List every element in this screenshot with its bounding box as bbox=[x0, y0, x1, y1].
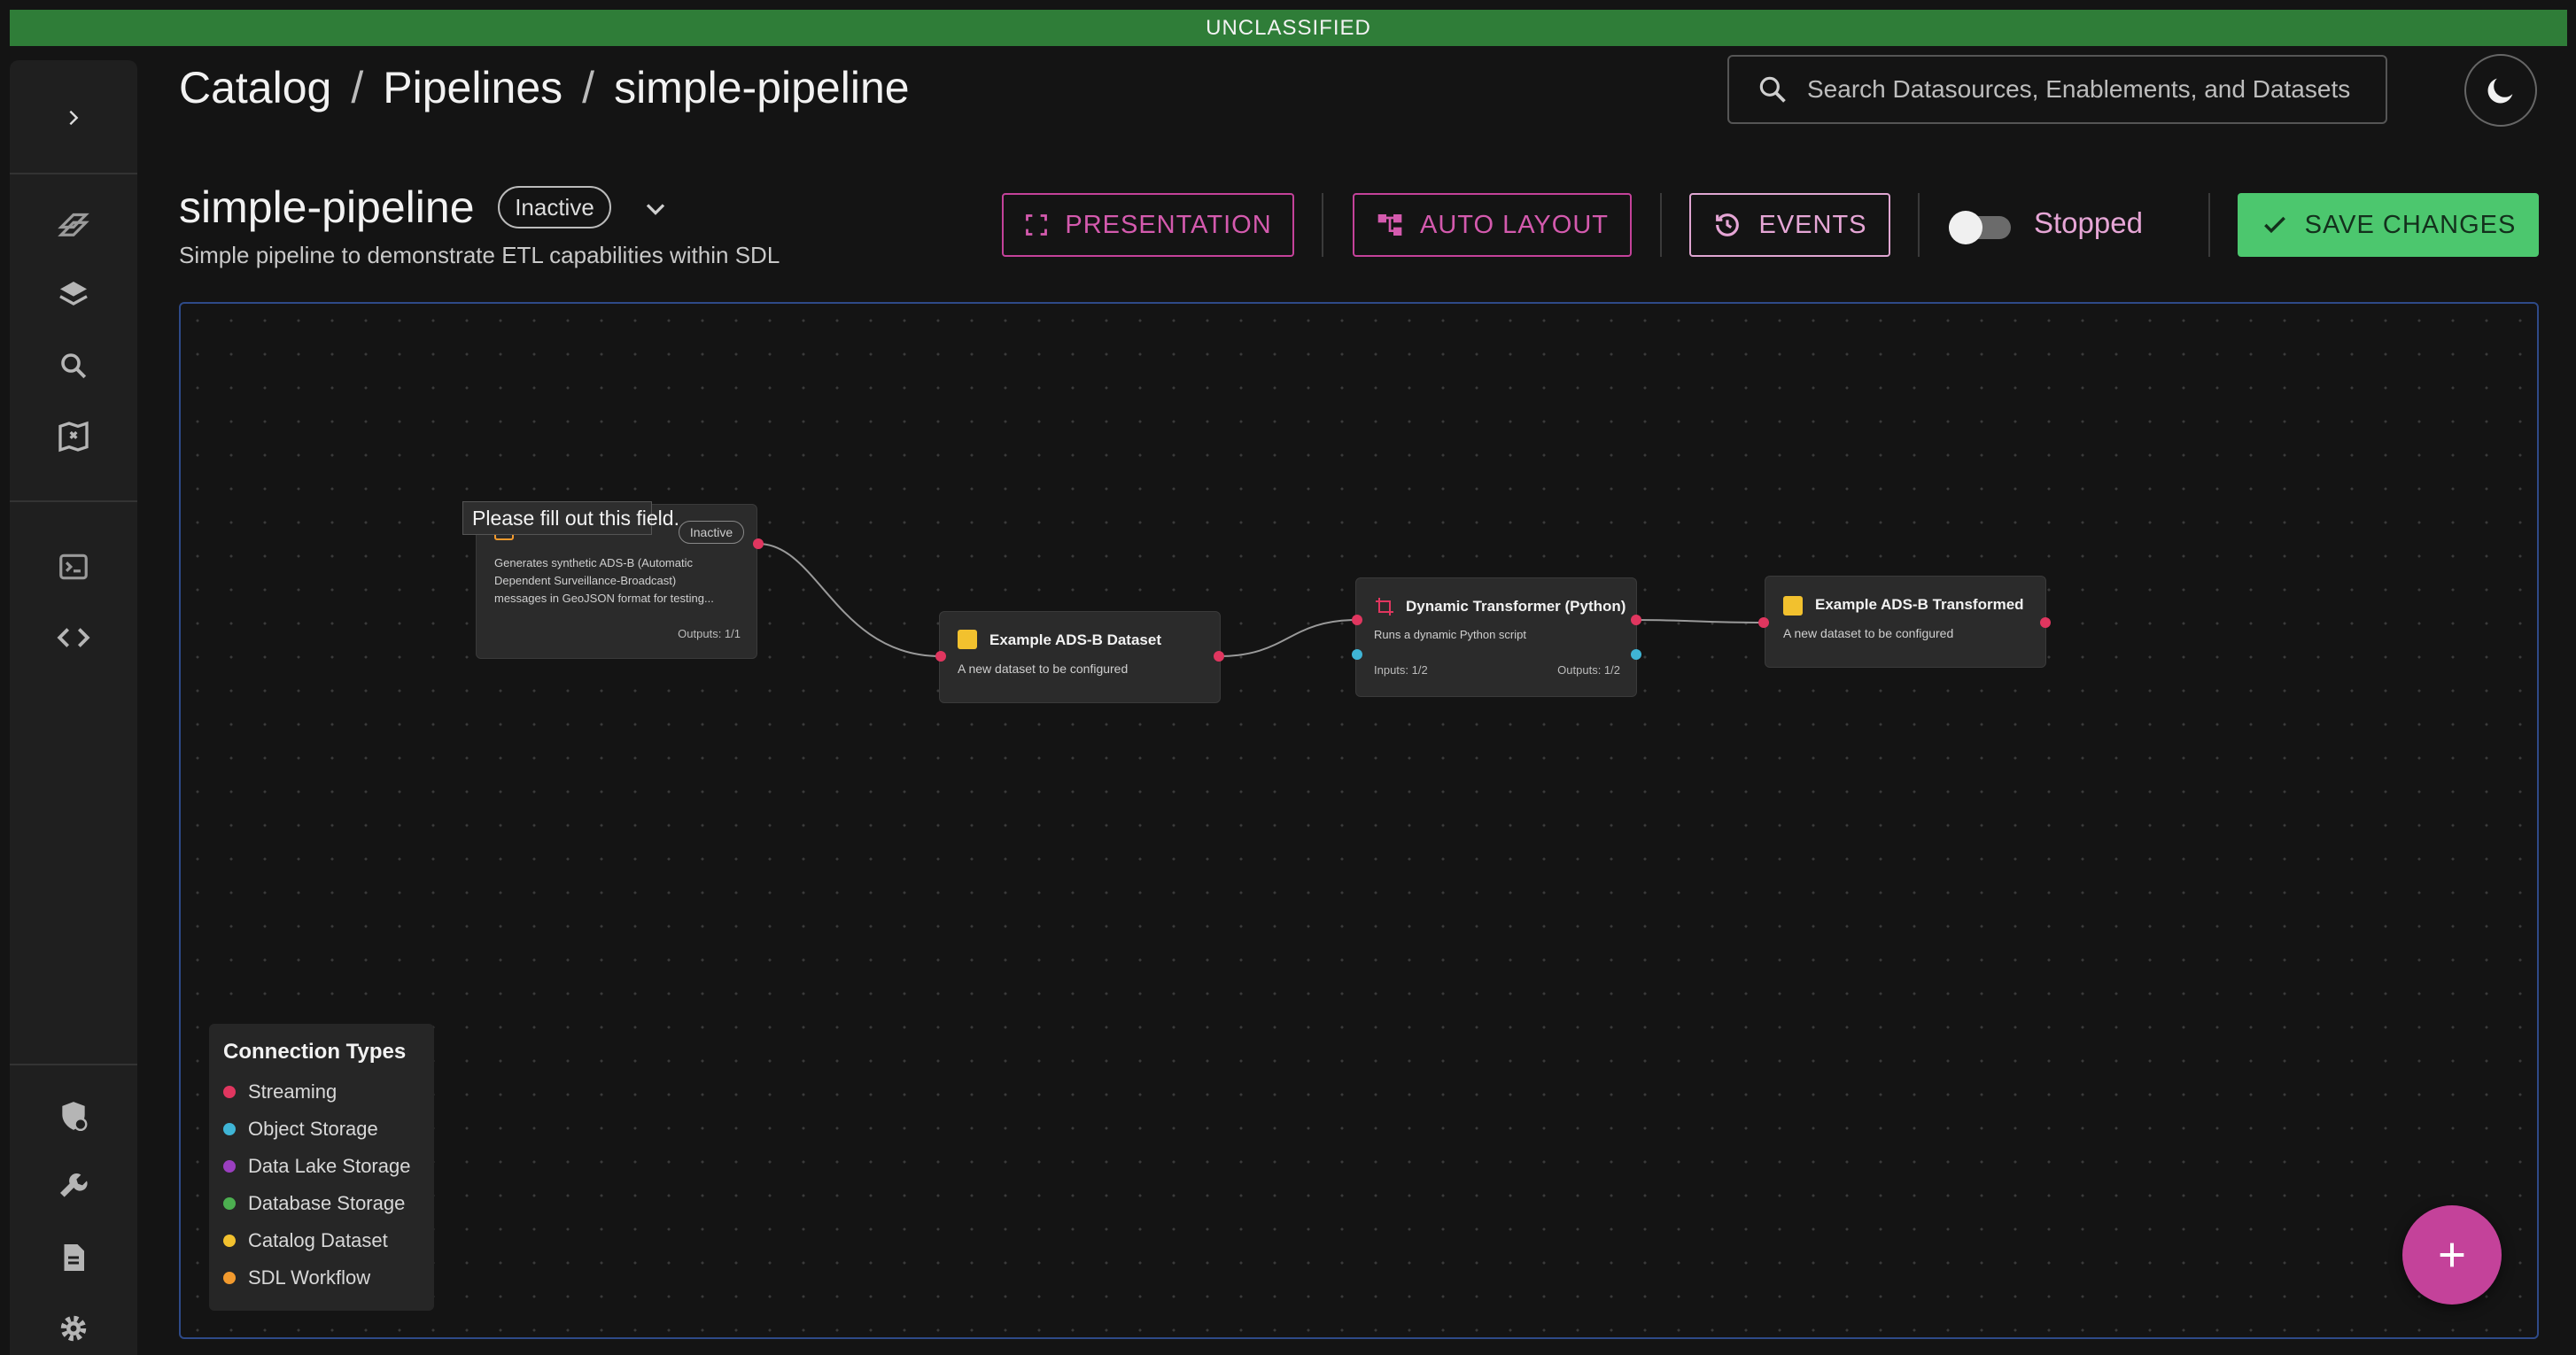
presentation-button[interactable]: PRESENTATION bbox=[1002, 193, 1294, 257]
node-outputs: Outputs: 1/1 bbox=[678, 627, 741, 640]
fullscreen-icon bbox=[1026, 214, 1048, 236]
edge-transformer-to-transformed bbox=[1635, 619, 1765, 623]
toolbar-divider bbox=[1322, 193, 1323, 257]
legend-label: Catalog Dataset bbox=[248, 1229, 388, 1251]
node-title: Example ADS-B Transformed bbox=[1815, 596, 2024, 613]
edge-source-to-dataset bbox=[757, 543, 942, 657]
crop-icon bbox=[1376, 598, 1393, 616]
toggle-knob bbox=[1949, 211, 1982, 244]
node-status-badge: Inactive bbox=[679, 521, 744, 544]
sidebar-divider bbox=[10, 1064, 137, 1065]
auto-layout-button[interactable]: AUTO LAYOUT bbox=[1353, 193, 1632, 257]
save-label: SAVE CHANGES bbox=[2304, 210, 2517, 239]
node-description: A new dataset to be configured bbox=[1783, 626, 1954, 640]
node-outputs: Outputs: 1/2 bbox=[1557, 663, 1620, 677]
node-title: Example ADS-B Dataset bbox=[989, 631, 1161, 648]
save-changes-button[interactable]: SAVE CHANGES bbox=[2238, 193, 2539, 257]
breadcrumb-separator: / bbox=[582, 63, 595, 112]
breadcrumb-current: simple-pipeline bbox=[614, 63, 910, 112]
pipelines-icon[interactable] bbox=[54, 205, 93, 244]
legend-item-database: Database Storage bbox=[223, 1192, 405, 1215]
legend-dot bbox=[223, 1272, 236, 1284]
legend-dot bbox=[223, 1086, 236, 1098]
presentation-label: PRESENTATION bbox=[1065, 210, 1272, 239]
classification-banner: UNCLASSIFIED bbox=[10, 10, 2567, 46]
terminal-icon[interactable] bbox=[54, 547, 93, 586]
layout-tree-icon bbox=[1377, 214, 1402, 236]
pipeline-title: simple-pipeline bbox=[179, 182, 475, 232]
status-badge: Inactive bbox=[498, 186, 611, 228]
events-label: EVENTS bbox=[1758, 210, 1867, 239]
legend-label: SDL Workflow bbox=[248, 1266, 371, 1289]
breadcrumb-pipelines[interactable]: Pipelines bbox=[383, 62, 563, 113]
search-input[interactable] bbox=[1807, 75, 2374, 104]
legend-dot bbox=[223, 1160, 236, 1173]
legend-label: Data Lake Storage bbox=[248, 1155, 411, 1177]
legend-dot bbox=[223, 1235, 236, 1247]
node-inputs: Inputs: 1/2 bbox=[1374, 663, 1428, 677]
node-description-line: Dependent Surveillance-Broadcast) bbox=[494, 574, 677, 587]
layers-icon[interactable] bbox=[54, 275, 93, 314]
legend-item-catalog-dataset: Catalog Dataset bbox=[223, 1229, 388, 1252]
auto-layout-label: AUTO LAYOUT bbox=[1420, 210, 1609, 239]
pipeline-description: Simple pipeline to demonstrate ETL capab… bbox=[179, 242, 780, 268]
dataset-icon bbox=[1783, 596, 1803, 616]
check-icon bbox=[2263, 216, 2285, 234]
wrench-icon[interactable] bbox=[54, 1167, 93, 1206]
search-icon[interactable] bbox=[54, 346, 93, 385]
transformed-node[interactable]: Example ADS-B Transformed A new dataset … bbox=[1765, 576, 2046, 668]
legend-title: Connection Types bbox=[223, 1040, 407, 1064]
toolbar-divider bbox=[1918, 193, 1920, 257]
chevron-right-icon[interactable] bbox=[54, 98, 93, 137]
document-icon[interactable] bbox=[54, 1238, 93, 1277]
add-node-button[interactable] bbox=[2402, 1205, 2502, 1305]
shield-icon[interactable] bbox=[54, 1096, 93, 1135]
sidebar-divider bbox=[10, 173, 137, 174]
toolbar-divider bbox=[1660, 193, 1662, 257]
node-description-line: Generates synthetic ADS-B (Automatic bbox=[494, 556, 693, 569]
run-state-label: Stopped bbox=[2034, 206, 2143, 239]
sidebar-divider bbox=[10, 500, 137, 502]
legend-label: Object Storage bbox=[248, 1118, 378, 1140]
node-description: A new dataset to be configured bbox=[958, 662, 1129, 676]
legend-item-data-lake: Data Lake Storage bbox=[223, 1155, 410, 1178]
global-search[interactable] bbox=[1727, 55, 2387, 124]
pipeline-canvas[interactable]: Inactive Generates synthetic ADS-B (Auto… bbox=[179, 302, 2539, 1339]
legend-label: Database Storage bbox=[248, 1192, 406, 1214]
run-toggle[interactable] bbox=[1949, 211, 2011, 244]
gear-icon[interactable] bbox=[54, 1309, 93, 1348]
events-button[interactable]: EVENTS bbox=[1689, 193, 1890, 257]
transformer-node[interactable]: Dynamic Transformer (Python) Runs a dyna… bbox=[1355, 577, 1637, 697]
plus-icon bbox=[2440, 1243, 2464, 1267]
moon-icon bbox=[2487, 78, 2513, 104]
edge-dataset-to-transformer bbox=[1218, 619, 1358, 657]
map-icon[interactable] bbox=[54, 417, 93, 456]
chevron-down-icon[interactable] bbox=[640, 193, 671, 229]
node-title: Dynamic Transformer (Python) bbox=[1406, 598, 1626, 615]
edges bbox=[757, 543, 1765, 657]
history-icon bbox=[1716, 213, 1740, 236]
legend-dot bbox=[223, 1123, 236, 1135]
legend-label: Streaming bbox=[248, 1080, 338, 1103]
node-description: Runs a dynamic Python script bbox=[1374, 628, 1526, 641]
search-icon bbox=[1759, 76, 1786, 103]
breadcrumb-separator: / bbox=[351, 63, 364, 112]
sidebar bbox=[10, 60, 137, 1355]
breadcrumb-catalog[interactable]: Catalog bbox=[179, 62, 331, 113]
dataset-icon bbox=[958, 630, 977, 649]
validation-tooltip: Please fill out this field. bbox=[462, 501, 679, 535]
legend-dot bbox=[223, 1197, 236, 1210]
theme-toggle-button[interactable] bbox=[2464, 54, 2537, 127]
code-icon[interactable] bbox=[54, 618, 93, 657]
legend-item-object-storage: Object Storage bbox=[223, 1118, 378, 1141]
legend-item-sdl-workflow: SDL Workflow bbox=[223, 1266, 370, 1289]
toolbar-divider bbox=[2208, 193, 2210, 257]
connection-types-legend: Connection Types Streaming Object Storag… bbox=[209, 1024, 434, 1311]
node-description-line: messages in GeoJSON format for testing..… bbox=[494, 592, 714, 605]
legend-item-streaming: Streaming bbox=[223, 1080, 337, 1103]
dataset-node[interactable]: Example ADS-B Dataset A new dataset to b… bbox=[939, 611, 1221, 703]
breadcrumb: Catalog / Pipelines / simple-pipeline bbox=[179, 62, 910, 113]
